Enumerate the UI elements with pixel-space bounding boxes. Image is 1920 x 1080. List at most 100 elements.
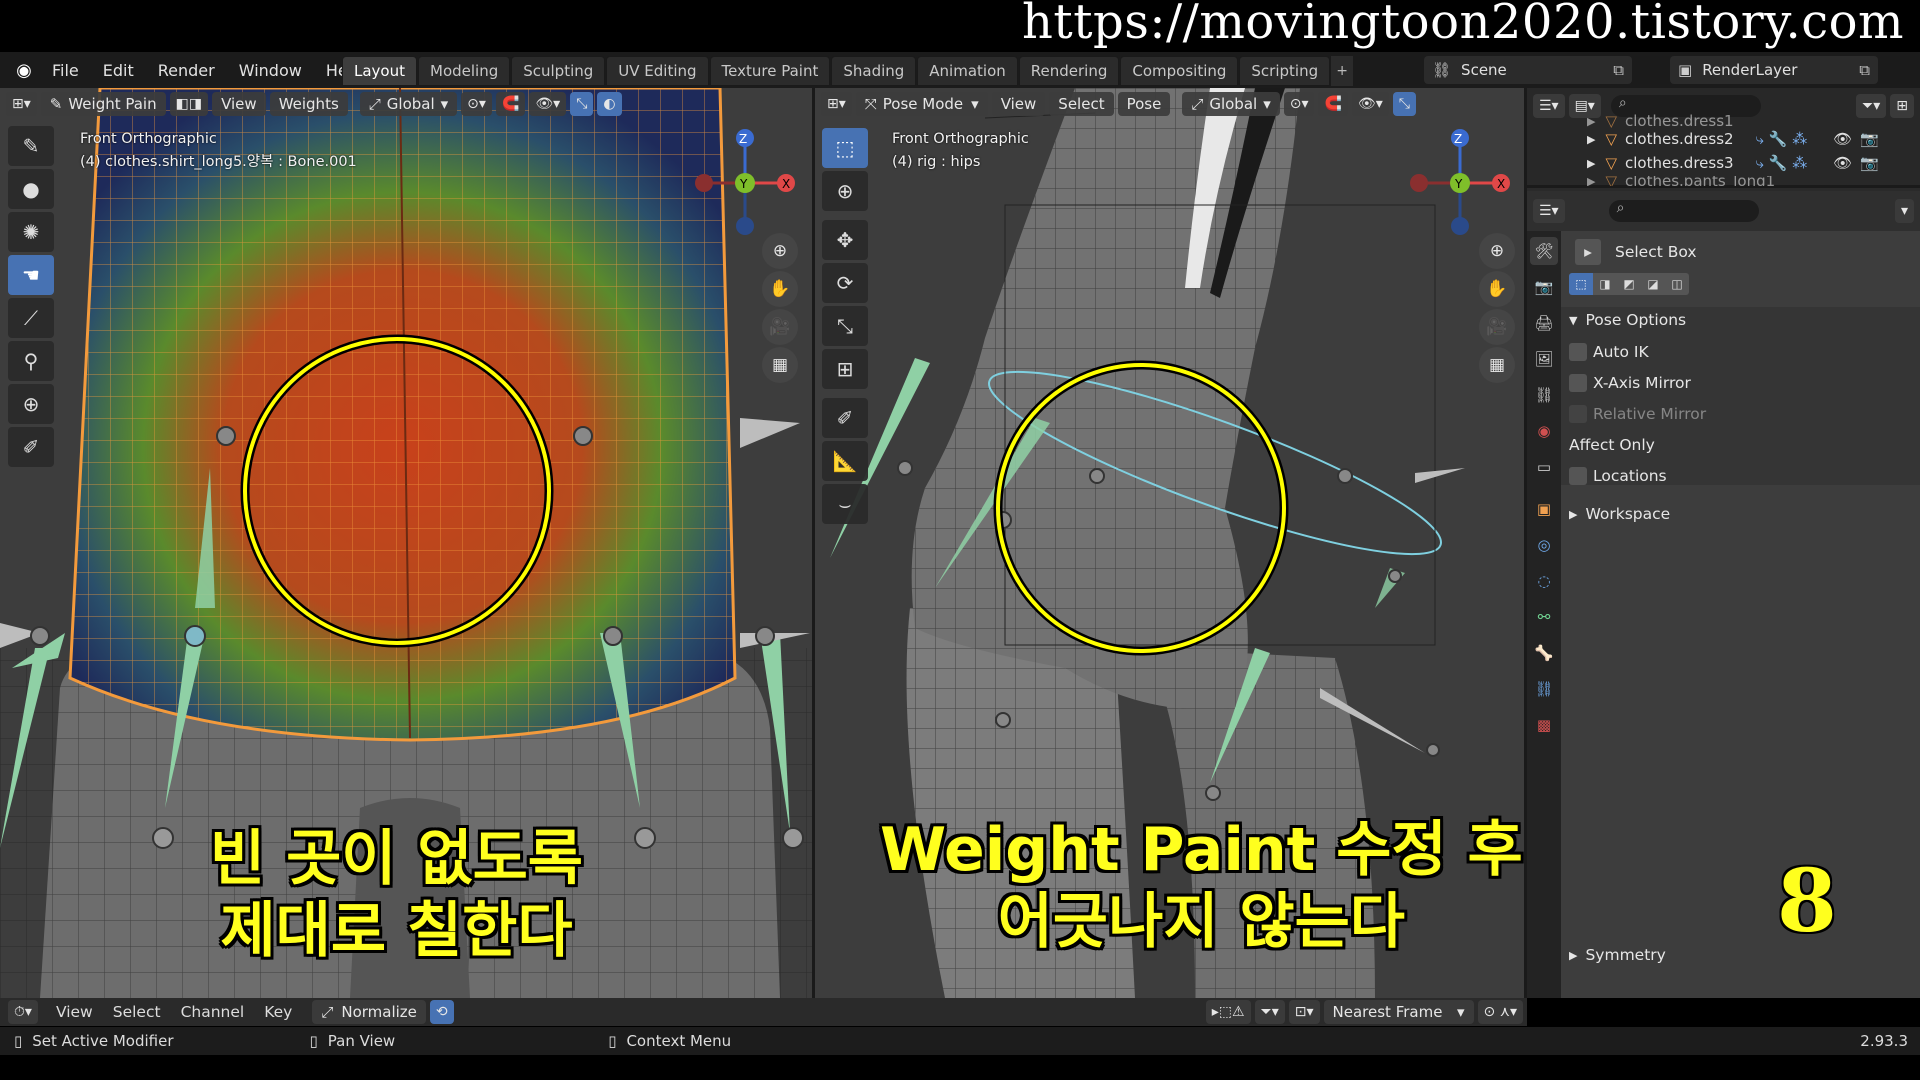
camera-render-icon[interactable]: 📷 [1860, 154, 1879, 172]
expand-arrow-icon[interactable]: ▶ [1587, 133, 1595, 146]
editor-type-icon[interactable]: ☰▾ [1533, 199, 1565, 223]
expand-arrow-icon[interactable]: ▶ [1587, 115, 1595, 128]
properties-search-input[interactable]: ⌕ [1608, 200, 1759, 222]
modifier-tab-icon[interactable]: ◎ [1530, 531, 1558, 559]
x-axis-mirror-checkbox[interactable]: X-Axis Mirror [1569, 374, 1691, 392]
bone-constraint-tab-icon[interactable]: ⛓ [1530, 675, 1558, 703]
right-3d-viewport[interactable]: ⊞▾ ⤧ Pose Mode ▾ View Select Pose ⤢ Global ▾… [815, 88, 1524, 998]
left-3d-viewport[interactable]: ⊞▾ ✎ Weight Pain ◧◨ View Weights ⤢ Global ▾… [0, 88, 812, 998]
camera-icon[interactable]: 🎥 [762, 309, 798, 345]
tab-sculpting[interactable]: Sculpting [511, 56, 606, 86]
texture-tab-icon[interactable]: ▩ [1530, 711, 1558, 739]
eye-icon[interactable]: 👁 [1833, 154, 1852, 172]
tab-shading[interactable]: Shading [831, 56, 917, 86]
mode-extend-icon[interactable]: ◨ [1593, 273, 1617, 295]
annotate-icon[interactable]: ✐ [8, 427, 54, 467]
sample-weight-icon[interactable]: ⚲ [8, 341, 54, 381]
checkbox-icon[interactable] [1569, 374, 1587, 392]
mode-set-icon[interactable]: ⬚ [1569, 273, 1593, 295]
view-menu[interactable]: View [212, 92, 266, 116]
weights-menu[interactable]: Weights [269, 92, 348, 116]
workspace-header[interactable]: ▶ Workspace [1569, 505, 1670, 523]
timeline-channel-menu[interactable]: Channel [181, 1003, 245, 1021]
world-tab-icon[interactable]: ◉ [1530, 417, 1558, 445]
editor-type-icon[interactable]: ⊞▾ [821, 92, 852, 116]
blur-brush-icon[interactable]: ● [8, 169, 54, 209]
only-selected-icon[interactable]: ▸⬚⚠ [1205, 1000, 1251, 1024]
tab-texture-paint[interactable]: Texture Paint [709, 56, 831, 86]
filter-icon[interactable]: ⏷▾ [1254, 1000, 1285, 1024]
tab-layout[interactable]: Layout [342, 56, 417, 86]
timeline-select-menu[interactable]: Select [113, 1003, 161, 1021]
physics-tab-icon[interactable]: ◌ [1530, 567, 1558, 595]
scene-tab-icon[interactable]: ⛓ [1530, 381, 1558, 409]
snap-icon[interactable]: 🧲 [1318, 92, 1348, 116]
relax-pose-icon[interactable]: ⌣ [822, 484, 868, 524]
checkbox-icon[interactable] [1569, 343, 1587, 361]
zoom-icon[interactable]: ⊕ [1479, 233, 1515, 269]
gizmo-toggle-icon[interactable]: ⤡ [570, 92, 594, 116]
visibility-icon[interactable]: 👁▾ [529, 92, 567, 116]
pan-hand-icon[interactable]: ✋ [1479, 271, 1515, 307]
expand-arrow-icon[interactable]: ▶ [1587, 157, 1595, 170]
gizmo-toggle-icon[interactable]: ⤡ [1392, 92, 1416, 116]
average-brush-icon[interactable]: ✺ [8, 212, 54, 252]
tab-scripting[interactable]: Scripting [1239, 56, 1331, 86]
outliner-row[interactable]: ▶ ▽ clothes.pants_long1 [1587, 176, 1775, 186]
ortho-grid-icon[interactable]: ▦ [1479, 347, 1515, 383]
mode-selector[interactable]: ⤧ Pose Mode ▾ [855, 92, 988, 116]
add-workspace-icon[interactable]: + [1331, 56, 1354, 86]
camera-render-icon[interactable]: 📷 [1860, 130, 1879, 148]
refresh-icon[interactable]: ⟲ [429, 1000, 454, 1024]
menu-edit[interactable]: Edit [103, 61, 134, 80]
snapping-icon[interactable]: ⊡▾ [1288, 1000, 1320, 1024]
tab-uv-editing[interactable]: UV Editing [606, 56, 709, 86]
chevron-down-icon[interactable]: ▾ [1894, 199, 1914, 223]
outliner-row[interactable]: ▶ ▽ clothes.dress2 ⤷ 🔧 ⁂ 👁 📷 [1587, 130, 1879, 148]
render-tab-icon[interactable]: 📷 [1530, 273, 1558, 301]
bone-tab-icon[interactable]: 🦴 [1530, 639, 1558, 667]
snap-icon[interactable]: 🧲 [495, 92, 526, 116]
smear-brush-icon[interactable]: ☚ [8, 255, 54, 295]
pivot-icon[interactable]: ⊙▾ [461, 92, 492, 116]
menu-render[interactable]: Render [158, 61, 215, 80]
rotate-icon[interactable]: ⟳ [822, 263, 868, 303]
timeline-key-menu[interactable]: Key [264, 1003, 292, 1021]
editor-type-icon[interactable]: ☰▾ [1533, 94, 1565, 118]
move-icon[interactable]: ✥ [822, 220, 868, 260]
render-layer-selector[interactable]: ▣ RenderLayer ⧉ [1670, 56, 1878, 84]
cursor-icon[interactable]: ⊕ [8, 384, 54, 424]
tab-modeling[interactable]: Modeling [418, 56, 511, 86]
blender-logo-icon[interactable]: ◉ [10, 56, 38, 84]
locations-checkbox[interactable]: Locations [1569, 467, 1667, 485]
collection-tab-icon[interactable]: ▭ [1530, 453, 1558, 481]
outliner-row[interactable]: ▶ ▽ clothes.dress3 ⤷ 🔧 ⁂ 👁 📷 [1587, 154, 1879, 172]
object-tab-icon[interactable]: ▣ [1530, 495, 1558, 523]
mode-invert-icon[interactable]: ◪ [1641, 273, 1665, 295]
pose-menu[interactable]: Pose [1117, 92, 1171, 116]
tab-animation[interactable]: Animation [917, 56, 1018, 86]
output-tab-icon[interactable]: 🖨 [1530, 309, 1558, 337]
auto-ik-checkbox[interactable]: Auto IK [1569, 343, 1649, 361]
menu-file[interactable]: File [52, 61, 79, 80]
normalize-toggle[interactable]: ⤢ Normalize [312, 1000, 426, 1024]
copy-layer-icon[interactable]: ⧉ [1859, 61, 1870, 79]
camera-icon[interactable]: 🎥 [1479, 309, 1515, 345]
measure-icon[interactable]: 📐 [822, 441, 868, 481]
proportional-edit-icon[interactable]: ⊙ ⋏▾ [1477, 1000, 1523, 1024]
select-menu[interactable]: Select [1049, 92, 1114, 116]
editor-type-icon[interactable]: ⏱▾ [8, 1000, 38, 1024]
ortho-grid-icon[interactable]: ▦ [762, 347, 798, 383]
pose-options-header[interactable]: ▼ Pose Options [1569, 311, 1686, 329]
gradient-icon[interactable]: ⟋ [8, 298, 54, 338]
display-toggle-icon[interactable]: ◧◨ [169, 92, 209, 116]
orientation-selector[interactable]: ⤢ Global ▾ [359, 92, 458, 116]
cursor-icon[interactable]: ⊕ [822, 171, 868, 211]
mode-selector[interactable]: ✎ Weight Pain [40, 92, 166, 116]
expand-arrow-icon[interactable]: ▶ [1587, 176, 1595, 186]
view-layer-tab-icon[interactable]: 🖼 [1530, 345, 1558, 373]
pan-hand-icon[interactable]: ✋ [762, 271, 798, 307]
tab-rendering[interactable]: Rendering [1018, 56, 1120, 86]
editor-type-icon[interactable]: ⊞▾ [6, 92, 37, 116]
eye-icon[interactable]: 👁 [1833, 130, 1852, 148]
